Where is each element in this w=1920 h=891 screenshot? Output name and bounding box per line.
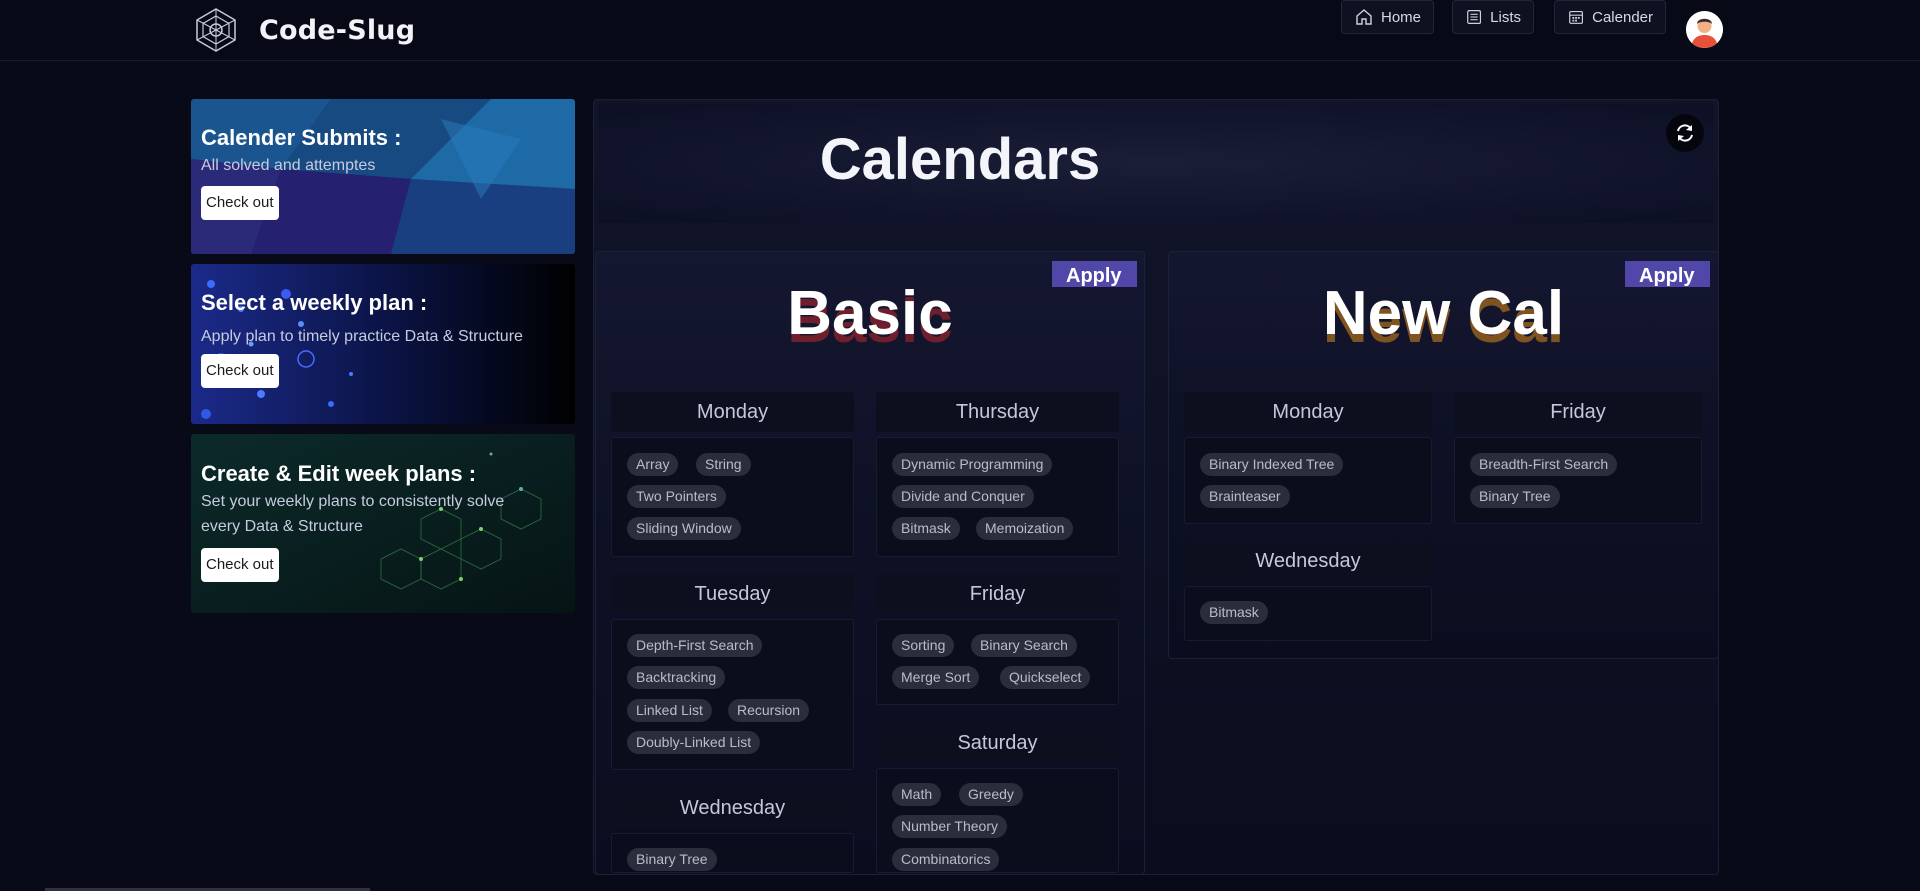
topic-tag[interactable]: Math [892, 783, 942, 806]
nav-lists-button[interactable]: Lists [1452, 0, 1534, 34]
promo-weekly-plan: Select a weekly plan : Apply plan to tim… [191, 264, 575, 424]
calendar-title: Basic Basic [600, 279, 1140, 353]
brand[interactable]: Code-Slug [193, 7, 415, 53]
nav-home-label: Home [1380, 8, 1421, 26]
topic-tag[interactable]: Breadth-First Search [1470, 453, 1618, 476]
topic-tag[interactable]: Divide and Conquer [892, 485, 1034, 508]
home-icon [1356, 9, 1372, 25]
topic-tag[interactable]: Binary Tree [627, 848, 717, 871]
topic-tag[interactable]: Array [627, 453, 679, 476]
day-topics [876, 619, 1119, 705]
topic-tag[interactable]: Combinatorics [892, 848, 1000, 871]
brand-name: Code-Slug [259, 14, 416, 46]
topic-tag[interactable]: Dynamic Programming [892, 453, 1053, 476]
nav-calender-button[interactable]: Calender [1554, 0, 1666, 34]
promo-title: Create & Edit week plans : [201, 461, 477, 486]
nav-calender-label: Calender [1592, 8, 1653, 26]
topic-tag[interactable]: Doubly-Linked List [627, 731, 761, 754]
day-header-saturday: Saturday [876, 723, 1119, 763]
topic-tag[interactable]: Sorting [892, 634, 955, 657]
calendar-title: New Cal New Cal [1173, 279, 1714, 353]
topic-tag[interactable]: Depth-First Search [627, 634, 763, 657]
day-header-friday: Friday [1454, 392, 1702, 432]
day-header-thursday: Thursday [876, 392, 1119, 432]
day-header-friday: Friday [876, 574, 1119, 614]
topic-tag[interactable]: Backtracking [627, 666, 726, 689]
nav-lists-label: Lists [1490, 8, 1521, 26]
refresh-button[interactable] [1666, 114, 1704, 152]
topic-tag[interactable]: String [696, 453, 751, 476]
topic-tag[interactable]: Binary Search [971, 634, 1077, 657]
topic-tag[interactable]: Two Pointers [627, 485, 726, 508]
day-header-wednesday: Wednesday [1184, 541, 1432, 581]
logo-icon [196, 8, 236, 52]
topic-tag[interactable]: Number Theory [892, 815, 1008, 838]
avatar-icon [1686, 11, 1723, 48]
topic-tag[interactable]: Recursion [728, 699, 810, 722]
user-avatar[interactable] [1686, 11, 1723, 48]
promo-title: Select a weekly plan : [201, 290, 428, 315]
calendar-icon [1569, 10, 1583, 24]
day-header-monday: Monday [1184, 392, 1432, 432]
check-out-button[interactable]: Check out [201, 354, 279, 388]
day-header-tuesday: Tuesday [611, 574, 854, 614]
topic-tag[interactable]: Greedy [959, 783, 1023, 806]
day-topics [1454, 437, 1702, 524]
promo-text: Apply plan to timely practice Data & Str… [201, 328, 523, 345]
topic-tag[interactable]: Merge Sort [892, 666, 980, 689]
check-out-button[interactable]: Check out [201, 548, 279, 582]
promo-text: Set your weekly plans to consistently so… [201, 493, 505, 535]
top-navbar: Code-Slug Home Lists Calender [0, 0, 1920, 61]
list-icon [1467, 10, 1482, 24]
refresh-icon [1677, 124, 1693, 142]
nav-home-button[interactable]: Home [1341, 0, 1434, 34]
promo-create-edit: Create & Edit week plans : Set your week… [191, 434, 575, 613]
topic-tag[interactable]: Bitmask [1200, 601, 1268, 624]
topic-tag[interactable]: Binary Indexed Tree [1200, 453, 1344, 476]
calendar-title-text: Basic [787, 279, 953, 348]
topic-tag[interactable]: Binary Tree [1470, 485, 1560, 508]
topic-tag[interactable]: Linked List [627, 699, 712, 722]
topic-tag[interactable]: Sliding Window [627, 517, 741, 540]
day-header-monday: Monday [611, 392, 854, 432]
calendar-title-text: New Cal [1322, 279, 1565, 348]
day-header-wednesday: Wednesday [611, 788, 854, 828]
day-topics [1184, 437, 1432, 524]
page-title: Calendars [819, 127, 1101, 192]
topic-tag[interactable]: Brainteaser [1200, 485, 1290, 508]
topic-tag[interactable]: Bitmask [892, 517, 960, 540]
topic-tag[interactable]: Memoization [976, 517, 1074, 540]
topic-tag[interactable]: Quickselect [1000, 666, 1091, 689]
